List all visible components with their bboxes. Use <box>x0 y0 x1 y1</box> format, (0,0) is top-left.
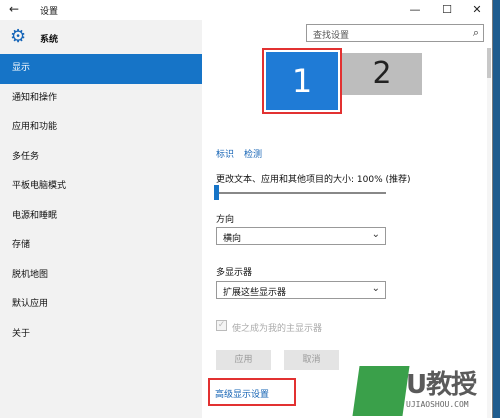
maximize-button[interactable]: ☐ <box>432 0 462 20</box>
watermark-domain: UJIAOSHOU.COM <box>406 400 469 409</box>
sidebar-item-power[interactable]: 电源和睡眠 <box>0 202 202 232</box>
chevron-down-icon: ⌄ <box>371 283 380 294</box>
detect-link[interactable]: 检测 <box>244 150 262 160</box>
scale-label: 更改文本、应用和其他项目的大小: 100% (推荐) <box>216 175 411 185</box>
search-input[interactable]: 查找设置 ⌕ <box>306 24 484 42</box>
monitor-1-label: 1 <box>266 52 338 110</box>
sidebar-item-multitasking[interactable]: 多任务 <box>0 143 202 173</box>
sidebar-section-title: 系统 <box>40 35 59 45</box>
sidebar-item-about[interactable]: 关于 <box>0 320 202 350</box>
sidebar-nav: 显示 通知和操作 应用和功能 多任务 平板电脑模式 电源和睡眠 存储 脱机地图 … <box>0 54 202 349</box>
multi-display-value: 扩展这些显示器 <box>223 288 287 298</box>
orientation-label: 方向 <box>216 215 235 225</box>
multi-display-label: 多显示器 <box>216 268 253 278</box>
advanced-display-settings-link[interactable]: 高级显示设置 <box>215 387 269 400</box>
monitor-2-tile[interactable]: 2 <box>342 53 422 95</box>
sidebar-item-tablet-mode[interactable]: 平板电脑模式 <box>0 172 202 202</box>
minimize-button[interactable]: — <box>400 0 430 20</box>
sidebar: ⚙ 系统 显示 通知和操作 应用和功能 多任务 平板电脑模式 电源和睡眠 存储 … <box>0 20 202 418</box>
title-bar: ← 设置 — ☐ ✕ <box>0 0 492 20</box>
sidebar-header: ⚙ 系统 <box>0 24 202 52</box>
sidebar-item-notifications[interactable]: 通知和操作 <box>0 84 202 114</box>
gear-icon: ⚙ <box>10 26 27 47</box>
settings-window: ← 设置 — ☐ ✕ ⚙ 系统 显示 通知和操作 应用和功能 多任务 平板电脑模… <box>0 0 493 418</box>
identify-link[interactable]: 标识 <box>216 150 234 160</box>
scale-slider-thumb[interactable] <box>214 185 219 200</box>
back-arrow-icon[interactable]: ← <box>9 2 19 16</box>
sidebar-item-display[interactable]: 显示 <box>0 54 202 84</box>
search-placeholder: 查找设置 <box>313 31 350 41</box>
monitor-1-tile[interactable]: 1 <box>262 48 342 114</box>
scrollbar-thumb[interactable] <box>487 48 491 78</box>
sidebar-item-default-apps[interactable]: 默认应用 <box>0 290 202 320</box>
watermark-green-block <box>352 366 410 416</box>
sidebar-item-apps[interactable]: 应用和功能 <box>0 113 202 143</box>
sidebar-item-offline-maps[interactable]: 脱机地图 <box>0 261 202 291</box>
main-display-checkbox-label: 使之成为我的主显示器 <box>232 324 323 334</box>
orientation-value: 横向 <box>223 234 242 244</box>
apply-button[interactable]: 应用 <box>216 350 271 370</box>
multi-display-dropdown[interactable]: 扩展这些显示器 ⌄ <box>216 281 386 299</box>
scale-slider[interactable] <box>216 192 386 194</box>
watermark-text: U教授 <box>406 370 477 400</box>
watermark-logo: U教授 UJIAOSHOU.COM <box>352 362 492 418</box>
display-links: 标识 检测 <box>216 147 272 160</box>
main-display-checkbox[interactable]: ✓ <box>216 320 227 331</box>
search-icon[interactable]: ⌕ <box>473 26 479 40</box>
sidebar-item-storage[interactable]: 存储 <box>0 231 202 261</box>
window-title: 设置 <box>40 7 59 17</box>
close-button[interactable]: ✕ <box>462 0 492 20</box>
orientation-dropdown[interactable]: 横向 ⌄ <box>216 227 386 245</box>
chevron-down-icon: ⌄ <box>371 229 380 240</box>
cancel-button[interactable]: 取消 <box>284 350 339 370</box>
